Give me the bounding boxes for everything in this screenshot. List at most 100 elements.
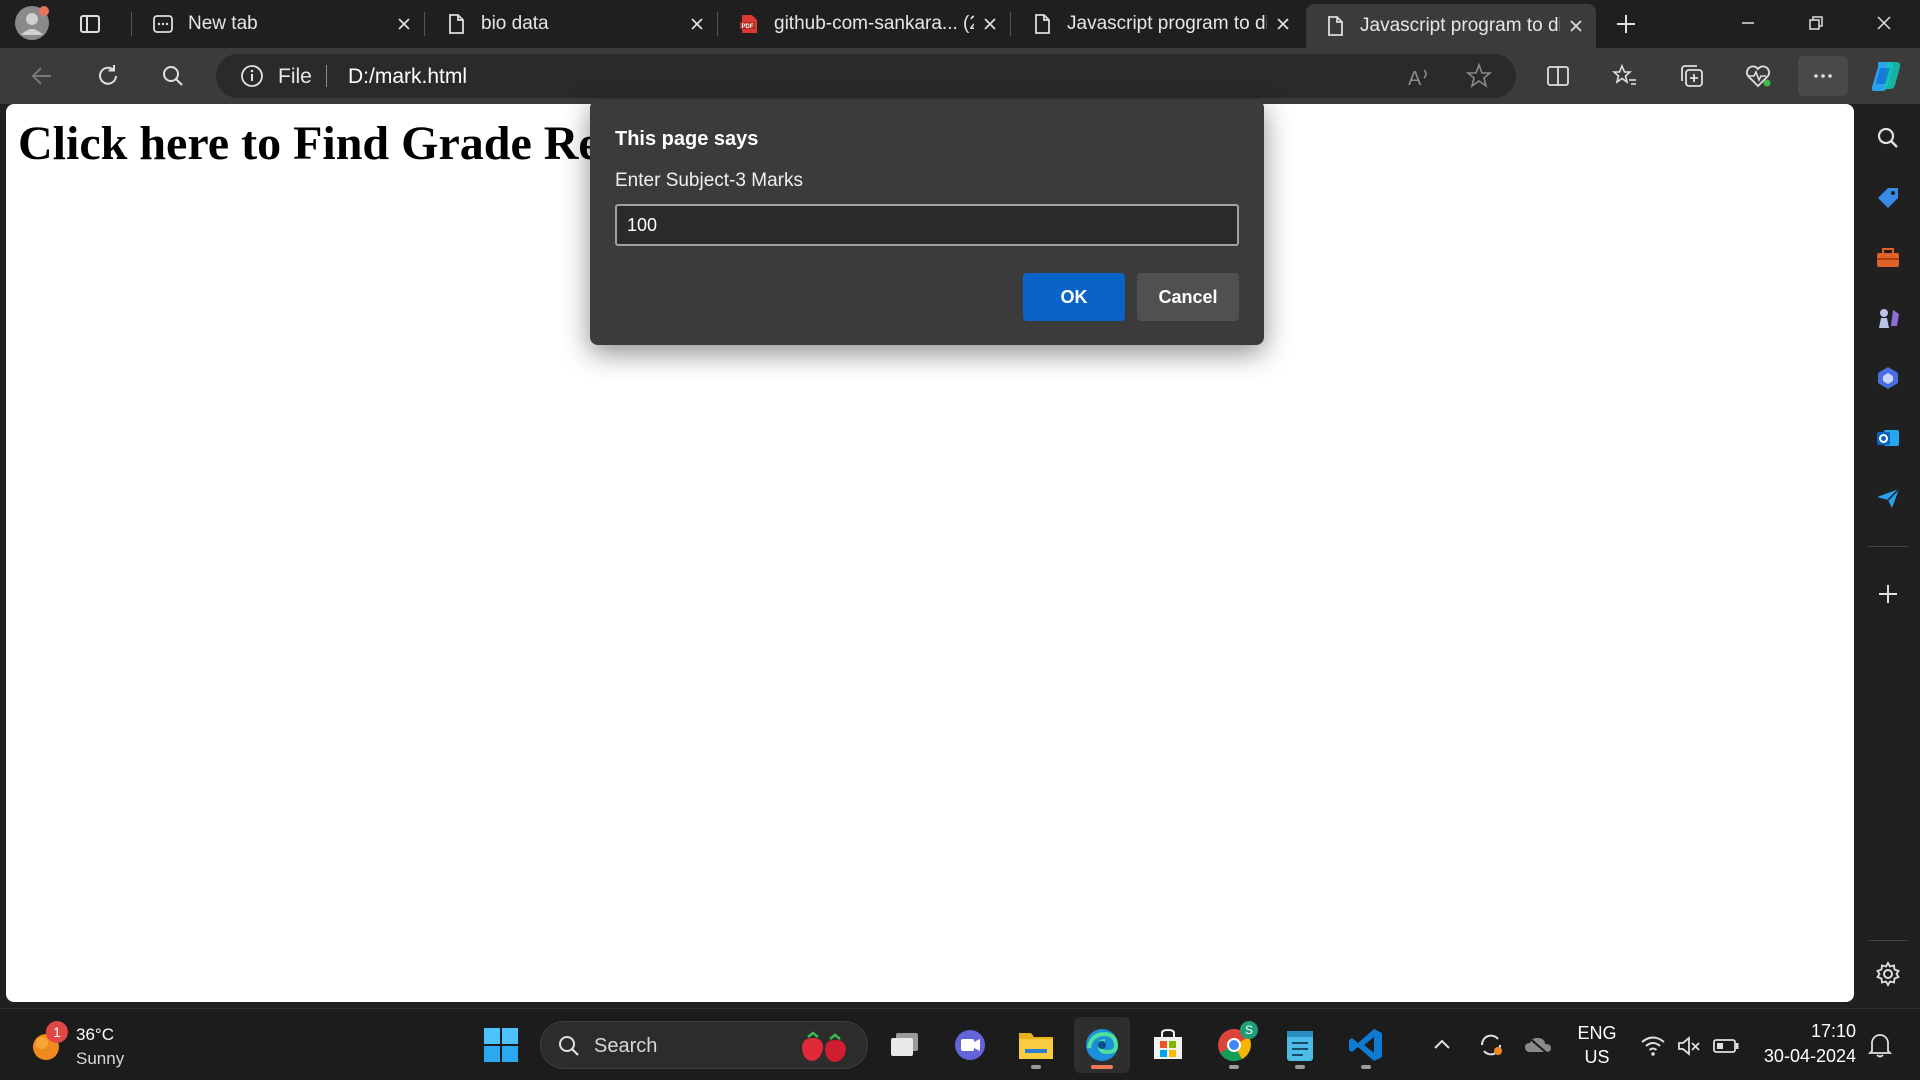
sidebar-shopping[interactable] [1868,178,1908,218]
show-hidden-icons-button[interactable] [1426,1017,1458,1073]
tab-javascript-program-2[interactable]: Javascript program to di [1306,4,1596,48]
dialog-title: This page says [615,128,759,150]
refresh-icon [99,65,117,85]
prompt-input[interactable] [615,204,1239,246]
clock-time[interactable]: 17:10 [1756,1021,1856,1042]
windows-logo-icon [484,1028,518,1062]
notification-bell-icon[interactable] [1866,1031,1894,1059]
taskbar-notepad[interactable] [1272,1017,1328,1073]
dialog-message: Enter Subject-3 Marks [615,170,803,191]
new-tab-icon [152,13,174,35]
read-aloud-icon[interactable]: A [1406,64,1432,90]
restore-icon [1809,16,1823,30]
vscode-icon [1349,1029,1382,1061]
info-icon[interactable] [240,64,264,88]
back-button[interactable] [22,56,62,96]
taskbar-vscode[interactable] [1338,1017,1394,1073]
taskbar-file-explorer[interactable] [1008,1017,1064,1073]
input-language[interactable]: ENG [1572,1023,1622,1044]
toolbar: File D:/mark.html A [0,48,1920,104]
split-screen-icon [1547,66,1569,86]
close-tab-icon[interactable] [388,8,420,40]
volume-muted-icon[interactable] [1676,1033,1702,1059]
settings-more-button[interactable] [1798,56,1848,96]
taskbar-edge[interactable] [1074,1017,1130,1073]
tab-github-pdf[interactable]: PDF github-com-sankara... (2 [720,4,1010,44]
wifi-icon[interactable] [1640,1033,1666,1059]
chrome-profile-badge: S [1240,1021,1258,1039]
browser-essentials-button[interactable] [1738,56,1778,96]
sidebar-search[interactable] [1868,118,1908,158]
profile-avatar[interactable] [14,5,50,41]
taskbar: 1 36°C Sunny Search S ENG US 17:10 30-04… [0,1008,1920,1080]
battery-icon[interactable] [1712,1033,1740,1059]
tab-actions-icon[interactable] [76,10,104,38]
page-heading[interactable]: Click here to Find Grade Re [18,116,600,171]
ok-button[interactable]: OK [1023,273,1125,321]
search-icon [559,1036,579,1056]
pdf-icon: PDF [738,13,760,35]
close-tab-icon[interactable] [1560,10,1592,42]
file-icon [1031,13,1053,35]
close-tab-icon[interactable] [1267,8,1299,40]
task-view-button[interactable] [877,1017,933,1073]
address-bar[interactable]: File D:/mark.html A [216,54,1516,98]
sidebar-outlook[interactable] [1868,418,1908,458]
tray-onedrive[interactable] [1520,1017,1556,1073]
outlook-icon [1877,430,1899,446]
copilot-button[interactable] [1866,56,1906,96]
tab-new-tab[interactable]: New tab [134,4,424,44]
task-view-icon [891,1033,918,1056]
close-tab-icon[interactable] [681,8,713,40]
sidebar-tools[interactable] [1868,238,1908,278]
minimize-button[interactable] [1714,0,1782,46]
edge-sidebar [1856,104,1920,1008]
taskbar-microsoft-store[interactable] [1140,1017,1196,1073]
search-icon [1877,127,1898,148]
prompt-dialog: This page says Enter Subject-3 Marks OK … [590,100,1264,345]
refresh-button[interactable] [88,56,128,96]
new-tab-button[interactable] [1610,8,1642,40]
tab-bio-data[interactable]: bio data [427,4,717,44]
taskbar-search[interactable]: Search [540,1021,868,1069]
gear-icon [1876,961,1900,987]
close-tab-icon[interactable] [974,8,1006,40]
input-region[interactable]: US [1572,1047,1622,1068]
favorite-star-icon[interactable] [1466,63,1492,89]
microsoft-365-icon [1878,367,1898,389]
split-screen-button[interactable] [1538,56,1578,96]
sidebar-settings[interactable] [1868,954,1908,994]
collections-button[interactable] [1672,56,1712,96]
weather-condition: Sunny [76,1049,125,1068]
restore-button[interactable] [1782,0,1850,46]
folder-icon [1019,1033,1053,1059]
address-url[interactable]: D:/mark.html [348,65,467,89]
title-bar: New tab bio data PDF github-com-sankara.… [0,0,1920,48]
taskbar-teams[interactable] [942,1017,998,1073]
favorites-icon [1612,63,1636,85]
taskbar-chrome[interactable]: S [1206,1017,1262,1073]
close-window-button[interactable] [1850,0,1918,46]
more-dots-icon [1814,74,1832,78]
sidebar-microsoft-365[interactable] [1868,358,1908,398]
weather-widget[interactable]: 1 36°C Sunny [24,1021,144,1069]
favorites-button[interactable] [1605,56,1645,96]
chevron-up-icon [1434,1039,1450,1049]
cloud-off-icon [1525,1035,1551,1056]
file-icon [1324,15,1346,37]
start-button[interactable] [473,1017,529,1073]
svg-text:PDF: PDF [742,24,754,30]
tray-sync[interactable] [1474,1017,1508,1073]
collections-icon [1681,65,1703,87]
sidebar-drop[interactable] [1868,478,1908,518]
clock-date[interactable]: 30-04-2024 [1756,1046,1856,1067]
search-page-button[interactable] [153,56,193,96]
store-icon [1154,1028,1182,1059]
search-icon [163,66,183,86]
sidebar-games[interactable] [1868,298,1908,338]
cancel-button[interactable]: Cancel [1137,273,1239,321]
sidebar-add-button[interactable] [1868,574,1908,614]
toolbox-icon [1877,248,1899,267]
tab-javascript-program-1[interactable]: Javascript program to di [1013,4,1303,44]
chess-piece-icon [1879,309,1899,328]
